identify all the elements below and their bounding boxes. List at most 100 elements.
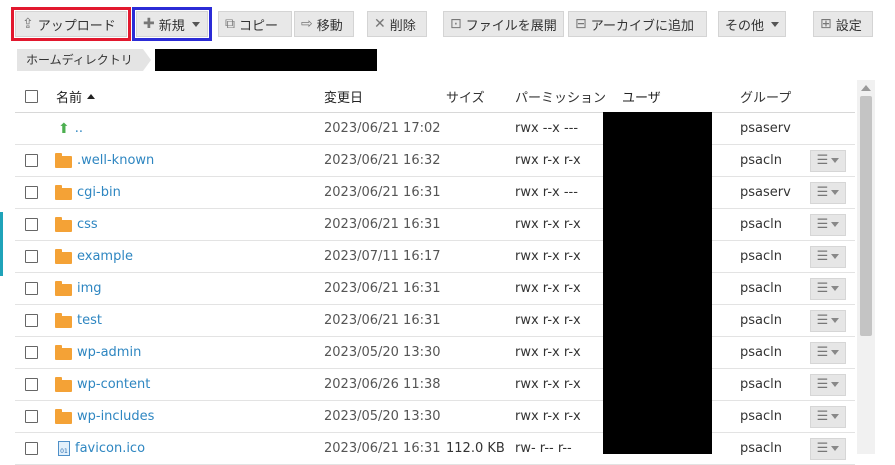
row-actions-button[interactable]: ☰: [810, 373, 846, 396]
extract-files-button[interactable]: ⊡ ファイルを展開: [443, 11, 564, 37]
row-actions-button[interactable]: ☰: [810, 181, 846, 204]
scroll-up-icon[interactable]: [861, 85, 871, 91]
row-checkbox[interactable]: [25, 186, 38, 199]
add-to-archive-button-label: アーカイブに追加: [590, 18, 694, 34]
menu-icon: ☰: [816, 153, 829, 168]
table-row[interactable]: wp-admin 2023/05/20 13:30 rwx r-x r-x psacl…: [15, 337, 855, 369]
file-name-link[interactable]: ..: [75, 121, 83, 136]
move-button[interactable]: ⇨ 移動: [294, 11, 354, 37]
file-name-link[interactable]: img: [77, 281, 102, 296]
file-name-link[interactable]: test: [77, 313, 102, 328]
table-row[interactable]: css 2023/06/21 16:31 rwx r-x r-x psacln ☰: [15, 209, 855, 241]
group: psacln: [740, 249, 782, 264]
row-actions-button[interactable]: ☰: [810, 245, 846, 268]
archive-icon: ⊟: [575, 16, 587, 32]
upload-button[interactable]: ⇪ アップロード: [11, 7, 131, 41]
row-actions-button[interactable]: ☰: [810, 437, 846, 460]
row-checkbox[interactable]: [25, 250, 38, 263]
group: psacln: [740, 377, 782, 392]
row-checkbox[interactable]: [25, 442, 38, 455]
scrollbar-thumb[interactable]: [860, 96, 872, 336]
modified-date: 2023/06/21 16:31: [324, 313, 441, 328]
breadcrumb-home[interactable]: ホームディレクトリ: [17, 49, 151, 71]
file-name-link[interactable]: css: [77, 217, 98, 232]
row-checkbox[interactable]: [25, 346, 38, 359]
parent-folder-icon: ⬆: [58, 120, 70, 137]
permissions: rwx r-x r-x: [515, 313, 581, 328]
menu-icon: ☰: [816, 377, 829, 392]
extract-icon: ⊡: [450, 16, 462, 32]
chevron-down-icon: [831, 222, 840, 227]
group: psacln: [740, 409, 782, 424]
table-row[interactable]: wp-content 2023/06/26 11:38 rwx r-x r-x psa…: [15, 369, 855, 401]
row-checkbox[interactable]: [25, 314, 38, 327]
settings-button-label: 設定: [835, 18, 862, 34]
column-name-header[interactable]: 名前: [56, 80, 96, 112]
row-checkbox[interactable]: [25, 378, 38, 391]
column-permissions-header[interactable]: パーミッション: [515, 80, 606, 112]
select-all-checkbox[interactable]: [25, 89, 38, 103]
row-checkbox[interactable]: [25, 282, 38, 295]
breadcrumb-redacted-path: [154, 49, 377, 71]
permissions: rwx r-x ---: [515, 185, 578, 200]
file-name-link[interactable]: example: [77, 249, 133, 264]
copy-button[interactable]: ⧉ コピー: [218, 11, 292, 37]
row-actions-button[interactable]: ☰: [810, 309, 846, 332]
modified-date: 2023/06/21 16:31: [324, 185, 441, 200]
file-name-link[interactable]: wp-includes: [77, 409, 154, 424]
menu-icon: ☰: [816, 409, 829, 424]
table-row[interactable]: .well-known 2023/06/21 16:32 rwx r-x r-x ps…: [15, 145, 855, 177]
permissions: rwx r-x r-x: [515, 377, 581, 392]
column-modified-header[interactable]: 変更日: [324, 80, 363, 112]
copy-button-label: コピー: [239, 18, 279, 34]
row-actions-button[interactable]: ☰: [810, 149, 846, 172]
permissions: rw- r-- r--: [515, 441, 572, 456]
file-name-link[interactable]: cgi-bin: [77, 185, 121, 200]
menu-icon: ☰: [816, 281, 829, 296]
delete-button[interactable]: ✕ 削除: [367, 11, 427, 37]
table-row[interactable]: cgi-bin 2023/06/21 16:31 rwx r-x --- psaser…: [15, 177, 855, 209]
menu-icon: ☰: [816, 217, 829, 232]
row-actions-button[interactable]: ☰: [810, 277, 846, 300]
column-user-header[interactable]: ユーザ: [622, 80, 661, 112]
user-column-redacted: [603, 112, 712, 454]
file-name-link[interactable]: .well-known: [77, 153, 154, 168]
vertical-scrollbar[interactable]: [857, 80, 875, 454]
menu-icon: ☰: [816, 185, 829, 200]
chevron-down-icon: [831, 254, 840, 259]
table-row[interactable]: ⬆.. 2023/06/21 17:02 rwx --x --- psaserv: [15, 113, 855, 145]
row-checkbox[interactable]: [25, 218, 38, 231]
group: psaserv: [740, 185, 791, 200]
other-menu-button[interactable]: その他: [718, 11, 786, 37]
table-row[interactable]: 01 favicon.ico 2023/06/21 16:31 112.0 KB rw-…: [15, 433, 855, 465]
modified-date: 2023/07/11 16:17: [324, 249, 441, 264]
modified-date: 2023/06/21 16:32: [324, 153, 441, 168]
folder-icon: [55, 408, 72, 424]
chevron-down-icon: [771, 21, 780, 27]
chevron-down-icon: [831, 382, 840, 387]
column-size-header[interactable]: サイズ: [446, 80, 485, 112]
add-to-archive-button[interactable]: ⊟ アーカイブに追加: [568, 11, 707, 37]
file-name-link[interactable]: wp-content: [77, 377, 150, 392]
row-actions-button[interactable]: ☰: [810, 341, 846, 364]
folder-icon: [55, 344, 72, 360]
row-actions-button[interactable]: ☰: [810, 405, 846, 428]
row-checkbox[interactable]: [25, 154, 38, 167]
row-checkbox[interactable]: [25, 410, 38, 423]
modified-date: 2023/06/21 16:31: [324, 441, 441, 456]
settings-icon: ⊞: [820, 16, 832, 32]
row-actions-button[interactable]: ☰: [810, 213, 846, 236]
table-row[interactable]: example 2023/07/11 16:17 rwx r-x r-x psacln…: [15, 241, 855, 273]
column-group-header[interactable]: グループ: [740, 80, 791, 112]
table-row[interactable]: wp-includes 2023/05/20 13:30 rwx r-x r-x ps…: [15, 401, 855, 433]
table-row[interactable]: test 2023/06/21 16:31 rwx r-x r-x psacln ☰: [15, 305, 855, 337]
file-name-link[interactable]: wp-admin: [77, 345, 141, 360]
group: psacln: [740, 313, 782, 328]
permissions: rwx r-x r-x: [515, 409, 581, 424]
chevron-down-icon: [831, 414, 840, 419]
settings-button[interactable]: ⊞ 設定: [813, 11, 873, 37]
move-button-label: 移動: [316, 18, 343, 34]
new-button[interactable]: ✚ 新規: [132, 7, 212, 41]
chevron-down-icon: [831, 350, 840, 355]
table-row[interactable]: img 2023/06/21 16:31 rwx r-x r-x psacln ☰: [15, 273, 855, 305]
